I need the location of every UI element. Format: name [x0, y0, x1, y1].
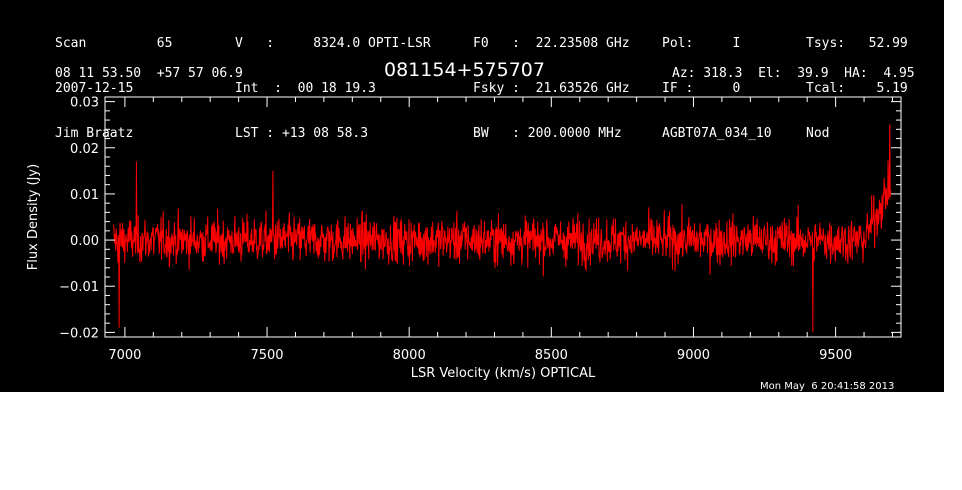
y-axis-label: Flux Density (Jy)	[26, 164, 41, 270]
plot-frame	[104, 96, 902, 338]
x-tick-label: 9500	[819, 348, 852, 363]
y-tick-label: 0.02	[70, 142, 99, 157]
trace-layer	[113, 124, 892, 333]
x-tick-label: 7000	[108, 348, 141, 363]
y-tick-label: 0.03	[70, 96, 99, 111]
y-tick-label: −0.01	[59, 280, 99, 295]
x-tick-label: 8500	[535, 348, 568, 363]
y-tick-label: −0.02	[59, 326, 99, 341]
tick-layer: 7000 7500 8000 8500 9000 9500 −0.02 −0.01 0.00 0.…	[59, 96, 901, 363]
spectrum-trace	[113, 124, 892, 333]
plot-window: Scan 65 2007-12-15 Jim Braatz V : 8324.0…	[0, 0, 944, 392]
spectrum-chart: 7000 7500 8000 8500 9000 9500 −0.02 −0.01 0.00 0.…	[26, 96, 902, 381]
timestamp: Mon May 6 20:41:58 2013	[760, 381, 895, 392]
x-tick-label: 9000	[677, 348, 710, 363]
x-tick-label: 8000	[393, 348, 426, 363]
y-tick-label: 0.01	[70, 188, 99, 203]
x-axis-label: LSR Velocity (km/s) OPTICAL	[411, 366, 596, 381]
x-tick-label: 7500	[250, 348, 283, 363]
y-tick-label: 0.00	[70, 234, 99, 249]
